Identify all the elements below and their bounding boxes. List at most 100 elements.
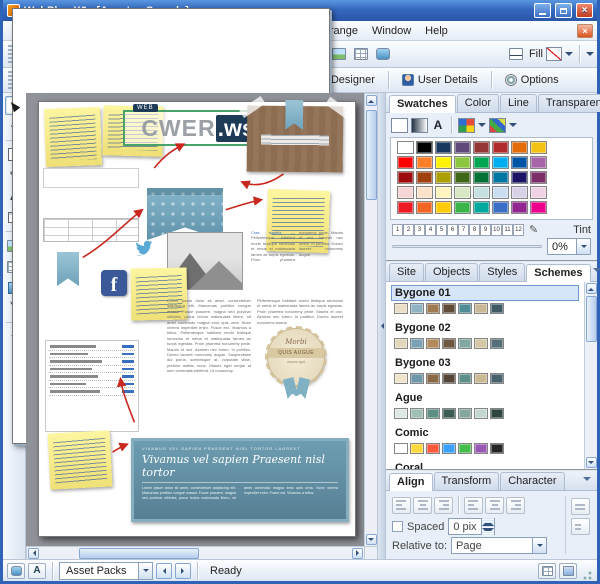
spaced-checkbox[interactable]	[392, 521, 403, 532]
color-swatch[interactable]	[394, 303, 408, 314]
tint-chip[interactable]: 9	[480, 223, 491, 236]
color-swatch[interactable]	[394, 443, 408, 454]
color-swatch[interactable]	[454, 201, 471, 214]
tint-chip[interactable]: 4	[425, 223, 436, 236]
distribute-vertical-button[interactable]	[571, 518, 590, 535]
tab-color[interactable]: Color	[456, 94, 500, 112]
scroll-down-button[interactable]	[365, 534, 377, 545]
text-color-button[interactable]: A	[431, 118, 445, 133]
tab-schemes[interactable]: Schemes	[526, 264, 591, 282]
color-swatch[interactable]	[442, 338, 456, 349]
color-swatch[interactable]	[458, 443, 472, 454]
color-swatch[interactable]	[492, 171, 509, 184]
color-swatch[interactable]	[511, 156, 528, 169]
color-swatch[interactable]	[397, 201, 414, 214]
tab-align[interactable]: Align	[389, 473, 433, 491]
fill-dropdown-arrow[interactable]	[565, 52, 573, 60]
color-swatch[interactable]	[426, 303, 440, 314]
article-text-frame[interactable]: Lorem ipsum dolor sit amet, consectetuer…	[167, 298, 251, 448]
color-swatch[interactable]	[473, 171, 490, 184]
insert-asset-button[interactable]	[7, 562, 25, 579]
panel-menu-chevron[interactable]	[583, 477, 591, 485]
color-swatch[interactable]	[454, 141, 471, 154]
color-swatch[interactable]	[473, 186, 490, 199]
color-swatch[interactable]	[474, 443, 488, 454]
relative-to-combo[interactable]: Page	[451, 537, 548, 554]
color-swatch[interactable]	[394, 408, 408, 419]
spin-down-button[interactable]	[481, 526, 494, 536]
scroll-right-button[interactable]	[352, 547, 363, 559]
panel-splitter[interactable]	[377, 93, 386, 559]
align-center-button[interactable]	[413, 496, 432, 514]
insert-picture-button[interactable]	[329, 44, 349, 64]
color-swatch[interactable]	[511, 141, 528, 154]
color-swatch[interactable]	[492, 201, 509, 214]
color-swatch[interactable]	[530, 156, 547, 169]
scheme-scrollbar[interactable]	[584, 282, 597, 469]
palette-picker-button[interactable]	[489, 117, 506, 133]
align-middle-button[interactable]	[485, 496, 504, 514]
tint-dropdown-button[interactable]	[576, 239, 590, 254]
spaced-value-spinner[interactable]: 0 pix	[448, 517, 495, 536]
color-swatch[interactable]	[435, 171, 452, 184]
color-swatch[interactable]	[442, 373, 456, 384]
horizontal-scroll-thumb[interactable]	[79, 547, 199, 559]
tint-chip[interactable]: 12	[513, 223, 524, 236]
line-style-button[interactable]	[506, 44, 526, 64]
pasteboard[interactable]: WEB CWER .ws f Cras sagittis — Pellentes…	[26, 93, 364, 546]
color-swatch[interactable]	[416, 186, 433, 199]
sticky-note[interactable]	[44, 107, 102, 167]
color-swatch[interactable]	[416, 156, 433, 169]
tint-chip[interactable]: 6	[447, 223, 458, 236]
color-swatch[interactable]	[426, 373, 440, 384]
scroll-down-button[interactable]	[585, 457, 597, 468]
color-swatch[interactable]	[474, 338, 488, 349]
color-swatch[interactable]	[397, 141, 414, 154]
color-swatch[interactable]	[435, 186, 452, 199]
list-widget[interactable]	[45, 340, 139, 432]
color-swatch[interactable]	[458, 408, 472, 419]
tab-transparency[interactable]: Transparency	[537, 94, 600, 112]
color-swatch[interactable]	[435, 156, 452, 169]
color-swatch[interactable]	[530, 201, 547, 214]
color-swatch[interactable]	[416, 171, 433, 184]
color-swatch[interactable]	[454, 171, 471, 184]
color-swatch[interactable]	[394, 373, 408, 384]
color-swatch[interactable]	[490, 408, 504, 419]
color-swatch[interactable]	[530, 171, 547, 184]
color-swatch[interactable]	[454, 186, 471, 199]
chevron-down-icon[interactable]	[509, 123, 517, 131]
options-button[interactable]: Options	[497, 71, 567, 89]
tint-chip[interactable]: 10	[491, 223, 502, 236]
color-swatch[interactable]	[410, 338, 424, 349]
nav-links-list[interactable]	[43, 168, 139, 188]
text-mode-button[interactable]: A	[28, 562, 46, 579]
scheme-item-comic[interactable]: Comic	[389, 424, 581, 459]
twitter-bird-icon[interactable]	[135, 236, 161, 258]
scheme-item-bygone-02[interactable]: Bygone 02	[389, 319, 581, 354]
user-details-button[interactable]: User Details	[394, 71, 486, 89]
footer-panel[interactable]: VIVAMUS VEL SAPIEN PRAESENT NISL TORTOR …	[131, 438, 349, 522]
relative-dropdown-button[interactable]	[532, 538, 547, 553]
color-swatch[interactable]	[458, 303, 472, 314]
color-swatch[interactable]	[397, 186, 414, 199]
tint-chip[interactable]: 2	[403, 223, 414, 236]
align-bottom-button[interactable]	[506, 496, 525, 514]
tab-transform[interactable]: Transform	[433, 472, 500, 490]
document-page[interactable]: WEB CWER .ws f Cras sagittis — Pellentes…	[38, 95, 356, 537]
scroll-up-button[interactable]	[365, 95, 377, 106]
insert-table-button[interactable]	[351, 44, 371, 64]
color-swatch[interactable]	[394, 338, 408, 349]
column-text-frame[interactable]: Cras sagittis — Pellentesque habitant mo…	[251, 230, 343, 292]
color-swatch[interactable]	[442, 443, 456, 454]
color-swatch[interactable]	[426, 443, 440, 454]
color-swatch[interactable]	[474, 373, 488, 384]
color-swatch[interactable]	[416, 201, 433, 214]
color-swatch[interactable]	[490, 303, 504, 314]
scheme-item-coral[interactable]: Coral	[389, 459, 581, 469]
spin-up-button[interactable]	[481, 517, 494, 527]
tab-site[interactable]: Site	[389, 263, 424, 281]
fill-color-swatch[interactable]	[546, 47, 562, 61]
color-swatch[interactable]	[435, 141, 452, 154]
color-swatch[interactable]	[426, 408, 440, 419]
